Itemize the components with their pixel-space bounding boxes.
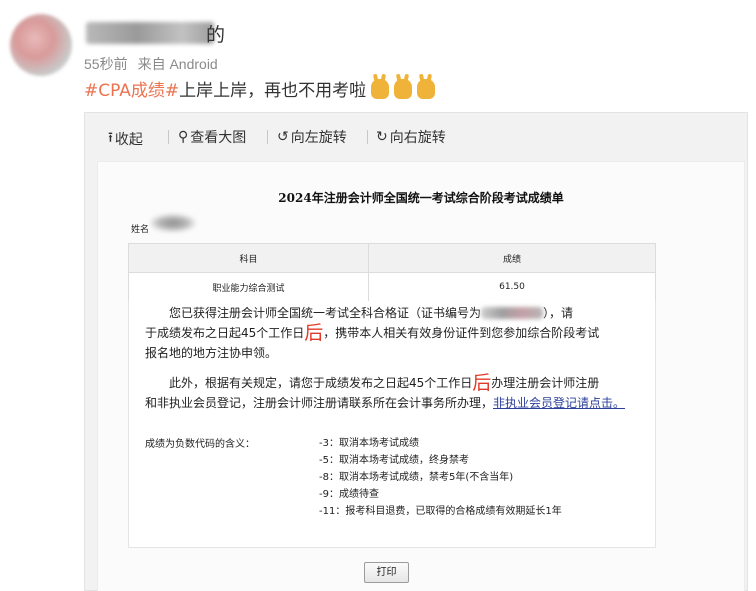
magnifier-icon: ⚲ — [178, 129, 189, 145]
list-item: -9：成绩待查 — [319, 489, 379, 500]
notice-paragraph-1: 您已获得注册会计师全国统一考试全科合格证（证书编号为 ），请 于成绩发布之日起45… — [145, 306, 600, 360]
notice-box: 您已获得注册会计师全国统一考试全科合格证（证书编号为 ），请 于成绩发布之日起45… — [128, 301, 656, 548]
rotate-left-button[interactable]: ↺ 向左旋转 — [277, 127, 347, 147]
table-row: 职业能力综合测试 61.50 — [128, 272, 656, 302]
cell-subject: 职业能力综合测试 — [128, 272, 369, 302]
toolbar-divider — [267, 130, 268, 144]
rotate-left-icon: ↺ — [277, 129, 289, 145]
image-toolbar: ⭱ 收起 ⚲ 查看大图 ↺ 向左旋转 ↻ 向右旋转 — [85, 113, 747, 161]
post-hashtag[interactable]: #CPA成绩# — [84, 81, 179, 101]
victory-hand-emoji-icon — [394, 79, 413, 99]
post-source: 来自 Android — [137, 56, 218, 72]
list-item: -8：取消本场考试成绩，禁考5年(不含当年) — [319, 472, 514, 483]
non-practicing-register-link[interactable]: 非执业会员登记请点击。 — [493, 396, 625, 410]
toolbar-divider — [168, 130, 169, 144]
post-text: #CPA成绩#上岸上岸，再也不用考啦 — [84, 76, 436, 101]
username-tail[interactable]: 的 — [206, 20, 225, 47]
rotate-right-icon: ↻ — [376, 129, 388, 145]
list-item: -11：报考科目退费，已取得的合格成绩有效期延长1年 — [319, 506, 562, 517]
rotate-right-button[interactable]: ↻ 向右旋转 — [376, 127, 446, 147]
print-button[interactable]: 打印 — [364, 562, 409, 583]
username-blurred[interactable] — [86, 22, 214, 44]
codes-list: -3：取消本场考试成绩 -5：取消本场考试成绩，终身禁考 -8：取消本场考试成绩… — [319, 435, 562, 520]
list-item: -3：取消本场考试成绩 — [319, 438, 419, 449]
post-meta: 55秒前 来自 Android — [84, 54, 218, 74]
victory-hand-emoji-icon — [417, 79, 436, 99]
post-time[interactable]: 55秒前 — [84, 56, 128, 72]
image-viewer: ⭱ 收起 ⚲ 查看大图 ↺ 向左旋转 ↻ 向右旋转 2024年注册会计师全国统一考试综合… — [84, 112, 748, 591]
post-body: 上岸上岸，再也不用考啦 — [179, 81, 367, 101]
collapse-icon: ⭱ — [108, 130, 113, 146]
header-score: 成绩 — [368, 243, 656, 273]
name-redacted — [150, 214, 196, 232]
score-table: 科目 成绩 职业能力综合测试 61.50 — [128, 243, 656, 302]
cell-score: 61.50 — [368, 272, 656, 302]
report-title: 2024年注册会计师全国统一考试综合阶段考试成绩单 — [278, 191, 564, 205]
list-item: -5：取消本场考试成绩，终身禁考 — [319, 455, 469, 466]
toolbar-divider — [367, 130, 368, 144]
user-avatar[interactable] — [10, 14, 72, 76]
notice-paragraph-2: 此外，根据有关规定，请您于成绩发布之日起45个工作日后办理注册会计师注册 和非执… — [145, 372, 626, 410]
codes-label: 成绩为负数代码的含义： — [145, 439, 255, 450]
collapse-button[interactable]: ⭱ 收起 — [108, 127, 143, 151]
score-report-image[interactable]: 2024年注册会计师全国统一考试综合阶段考试成绩单 姓名 科目 成绩 职业能力综… — [97, 161, 745, 591]
table-header-row: 科目 成绩 — [128, 243, 656, 273]
name-label: 姓名 — [131, 225, 150, 235]
view-large-button[interactable]: ⚲ 查看大图 — [178, 127, 246, 147]
certificate-number-redacted — [481, 307, 544, 319]
header-subject: 科目 — [128, 243, 369, 273]
victory-hand-emoji-icon — [371, 79, 390, 99]
